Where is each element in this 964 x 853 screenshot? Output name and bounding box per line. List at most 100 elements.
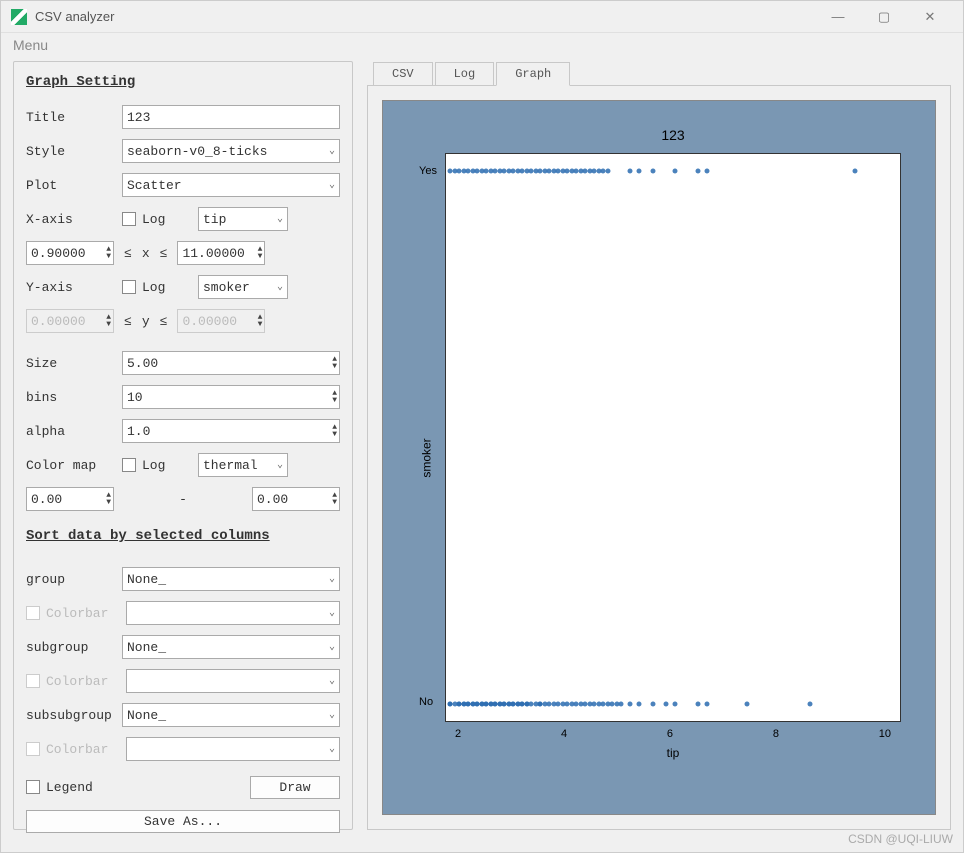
group-label: group (26, 572, 116, 587)
ymin-spin: 0.00000▲▼ (26, 309, 114, 333)
cmap-select[interactable]: thermal⌄ (198, 453, 288, 477)
subgroup-colorbar-checkbox (26, 674, 40, 688)
right-panel: CSV Log Graph 123 smoker tip Yes No 2468… (367, 61, 951, 830)
data-point (673, 169, 678, 174)
subgroup-select[interactable]: None_⌄ (122, 635, 340, 659)
ytick-yes: Yes (419, 165, 437, 177)
chevron-down-icon: ⌄ (329, 675, 335, 687)
subgroup-colorbar-label: Colorbar (46, 674, 120, 689)
plot-area: 123 smoker tip Yes No 246810 (382, 100, 936, 815)
chevron-down-icon: ⌄ (277, 459, 283, 471)
section-sort: Sort data by selected columns (26, 528, 340, 544)
plot-select[interactable]: Scatter⌄ (122, 173, 340, 197)
subgroup-colorbar-select: ⌄ (126, 669, 340, 693)
group-select[interactable]: None_⌄ (122, 567, 340, 591)
size-label: Size (26, 356, 116, 371)
chevron-down-icon: ⌄ (329, 179, 335, 191)
subsubgroup-select[interactable]: None_⌄ (122, 703, 340, 727)
ycol-select[interactable]: smoker⌄ (198, 275, 288, 299)
legend-label: Legend (46, 780, 244, 795)
chevron-down-icon: ⌄ (329, 641, 335, 653)
subsubgroup-colorbar-label: Colorbar (46, 742, 120, 757)
xaxis-log-checkbox[interactable] (122, 212, 136, 226)
xmax-spin[interactable]: 11.00000▲▼ (177, 241, 265, 265)
cmap-label: Color map (26, 458, 116, 473)
cmin-spin[interactable]: 0.00▲▼ (26, 487, 114, 511)
chevron-down-icon: ⌄ (277, 281, 283, 293)
data-point (664, 701, 669, 706)
graph-container: 123 smoker tip Yes No 246810 (367, 85, 951, 830)
data-point (853, 169, 858, 174)
menubar: Menu (1, 33, 963, 61)
bins-spin[interactable]: 10▲▼ (122, 385, 340, 409)
style-select[interactable]: seaborn-v0_8-ticks⌄ (122, 139, 340, 163)
data-point (808, 701, 813, 706)
data-point (695, 701, 700, 706)
saveas-button[interactable]: Save As... (26, 810, 340, 833)
subsubgroup-colorbar-select: ⌄ (126, 737, 340, 761)
app-icon (11, 9, 27, 25)
subgroup-label: subgroup (26, 640, 116, 655)
size-spin[interactable]: 5.00▲▼ (122, 351, 340, 375)
cmap-log-checkbox[interactable] (122, 458, 136, 472)
alpha-label: alpha (26, 424, 116, 439)
data-point (605, 169, 610, 174)
data-point (628, 169, 633, 174)
data-point (637, 169, 642, 174)
app-window: CSV analyzer — ▢ ✕ Menu Graph Setting Ti… (0, 0, 964, 853)
data-point (704, 701, 709, 706)
content: Graph Setting Title Style seaborn-v0_8-t… (1, 61, 963, 842)
chevron-down-icon: ⌄ (329, 145, 335, 157)
subsubgroup-colorbar-checkbox (26, 742, 40, 756)
xtick-row: 246810 (445, 728, 901, 740)
tab-log[interactable]: Log (435, 62, 495, 86)
xaxis-log-label: Log (142, 212, 192, 227)
data-point (704, 169, 709, 174)
xmin-spin[interactable]: 0.90000▲▼ (26, 241, 114, 265)
data-point (637, 701, 642, 706)
cmax-spin[interactable]: 0.00▲▼ (252, 487, 340, 511)
chevron-down-icon: ⌄ (329, 573, 335, 585)
minimize-button[interactable]: — (815, 3, 861, 31)
style-label: Style (26, 144, 116, 159)
tab-graph[interactable]: Graph (496, 62, 570, 86)
data-point (673, 701, 678, 706)
window-title: CSV analyzer (35, 9, 815, 24)
alpha-spin[interactable]: 1.0▲▼ (122, 419, 340, 443)
draw-button[interactable]: Draw (250, 776, 340, 799)
group-colorbar-select: ⌄ (126, 601, 340, 625)
chevron-down-icon: ⌄ (329, 743, 335, 755)
window-buttons: — ▢ ✕ (815, 3, 953, 31)
legend-checkbox[interactable] (26, 780, 40, 794)
data-point (628, 701, 633, 706)
xcol-select[interactable]: tip⌄ (198, 207, 288, 231)
tab-csv[interactable]: CSV (373, 62, 433, 86)
chart-title: 123 (445, 127, 901, 143)
close-button[interactable]: ✕ (907, 3, 953, 31)
maximize-button[interactable]: ▢ (861, 3, 907, 31)
data-point (650, 701, 655, 706)
yaxis-log-label: Log (142, 280, 192, 295)
menu-item-menu[interactable]: Menu (13, 37, 48, 53)
chart-ylabel: smoker (420, 438, 434, 477)
ytick-no: No (419, 696, 433, 708)
ymax-spin: 0.00000▲▼ (177, 309, 265, 333)
chevron-down-icon: ⌄ (329, 709, 335, 721)
section-graph-setting: Graph Setting (26, 74, 340, 90)
title-input[interactable] (122, 105, 340, 129)
tabs: CSV Log Graph (373, 61, 951, 85)
chevron-down-icon: ⌄ (277, 213, 283, 225)
title-label: Title (26, 110, 116, 125)
plot-label: Plot (26, 178, 116, 193)
data-point (695, 169, 700, 174)
yaxis-log-checkbox[interactable] (122, 280, 136, 294)
subsubgroup-label: subsubgroup (26, 708, 116, 723)
yaxis-label: Y-axis (26, 280, 116, 295)
watermark: CSDN @UQI-LIUW (848, 832, 953, 846)
bins-label: bins (26, 390, 116, 405)
titlebar: CSV analyzer — ▢ ✕ (1, 1, 963, 33)
xaxis-label: X-axis (26, 212, 116, 227)
graph-settings-panel: Graph Setting Title Style seaborn-v0_8-t… (13, 61, 353, 830)
chevron-down-icon: ⌄ (329, 607, 335, 619)
group-colorbar-label: Colorbar (46, 606, 120, 621)
